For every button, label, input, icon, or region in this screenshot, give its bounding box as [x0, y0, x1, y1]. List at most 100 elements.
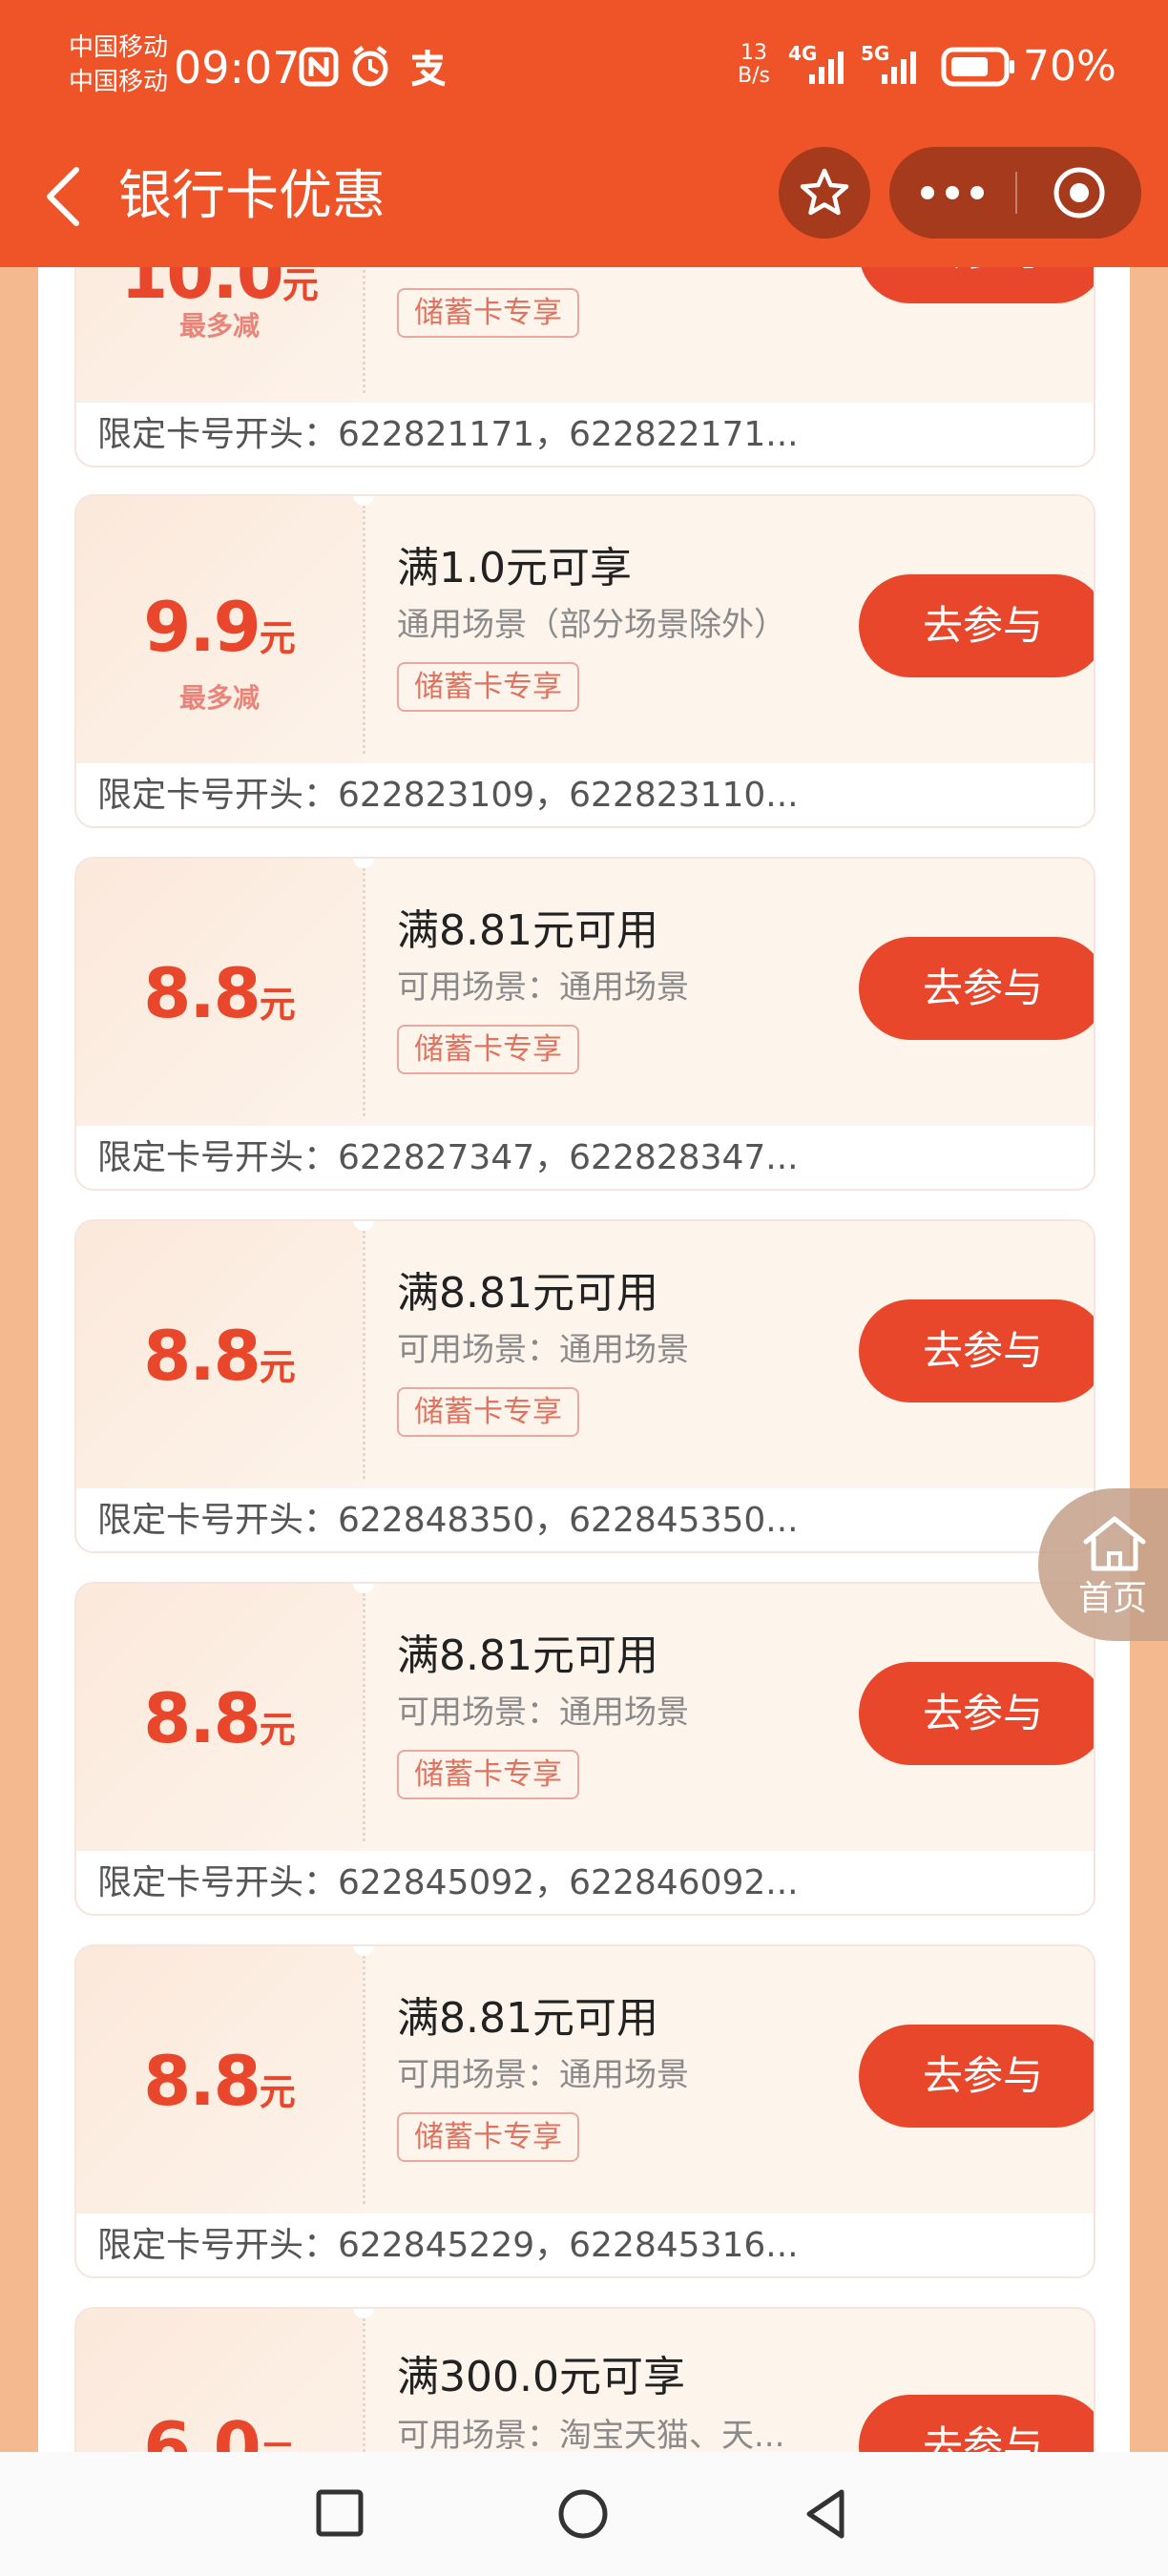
- coupon-condition: 满8.81元可用: [397, 1269, 658, 1318]
- amount-value: 8.8: [143, 1316, 261, 1396]
- coupon-card: 8.8元 满8.81元可用 可用场景：通用场景 储蓄卡专享 去参与 限定卡号开头…: [74, 1219, 1095, 1553]
- signal-icon: [809, 52, 844, 84]
- miniapp-capsule: [889, 147, 1141, 239]
- card-prefix-limit: 限定卡号开头：622827347，622828347...: [97, 1138, 799, 1177]
- join-button[interactable]: 去参与: [859, 574, 1094, 677]
- battery-percent: 70%: [1023, 42, 1116, 91]
- max-discount-label: 最多减: [178, 310, 260, 342]
- network-speed: 13 B/s: [735, 42, 773, 88]
- favorite-button[interactable]: [779, 147, 870, 239]
- card-prefix-limit: 限定卡号开头：622845229，622845316...: [97, 2226, 799, 2265]
- coupon-condition: 满8.81元可用: [397, 1631, 658, 1680]
- close-miniapp-button[interactable]: [1017, 147, 1141, 239]
- coupon-condition: 满8.81元可用: [397, 906, 658, 955]
- debit-card-tag: 储蓄卡专享: [397, 288, 579, 338]
- amount-value: 8.8: [143, 2041, 261, 2121]
- join-button[interactable]: 去参与: [859, 937, 1094, 1040]
- coupon-body: 6.0元 满300.0元可享 可用场景：淘宝天猫、天... 去参与: [76, 2309, 1094, 2452]
- coupon-condition: 满8.81元可用: [397, 1994, 658, 2043]
- coupon-amount: 8.8元: [76, 2038, 363, 2143]
- battery-icon: [941, 47, 1014, 87]
- coupon-condition: 满1.0元可享: [397, 544, 632, 592]
- coupon-list[interactable]: 10.0元 最多减 可用场景：淘宝天猫、饿... 储蓄卡专享 去参与 限定卡号开…: [38, 0, 1130, 2452]
- coupon-amount: 6.0元: [76, 2404, 363, 2452]
- chevron-left-icon[interactable]: [34, 158, 92, 235]
- coupon-body: 9.9元 最多减 满1.0元可享 通用场景（部分场景除外） 储蓄卡专享 去参与: [76, 496, 1094, 763]
- alipay-icon: [411, 50, 446, 87]
- coupon-body: 8.8元 满8.81元可用 可用场景：通用场景 储蓄卡专享 去参与: [76, 1221, 1094, 1488]
- debit-card-tag: 储蓄卡专享: [397, 1750, 579, 1799]
- coupon-divider: [363, 1956, 365, 2204]
- coupon-amount: 8.8元: [76, 1313, 363, 1418]
- join-button[interactable]: 去参与: [859, 2025, 1094, 2128]
- max-discount-label: 最多减: [178, 682, 260, 714]
- home-label: 首页: [1078, 1579, 1148, 1618]
- coupon-card: 9.9元 最多减 满1.0元可享 通用场景（部分场景除外） 储蓄卡专享 去参与 …: [74, 494, 1095, 828]
- more-dots-icon: [921, 186, 984, 199]
- star-icon: [800, 168, 849, 216]
- square-icon[interactable]: [307, 2481, 374, 2547]
- amount-unit: 元: [259, 1346, 296, 1388]
- join-button[interactable]: 去参与: [859, 1299, 1094, 1402]
- debit-card-tag: 储蓄卡专享: [397, 2112, 579, 2162]
- amount-unit: 元: [260, 2438, 296, 2452]
- coupon-divider: [363, 2318, 365, 2452]
- carrier-2: 中国移动: [69, 68, 169, 96]
- triangle-back-icon[interactable]: [792, 2481, 859, 2547]
- status-time: 09:07: [174, 42, 301, 93]
- app-header: 中国移动 中国移动 09:07 13 B/s 4G 5G 70% 银行卡优惠: [0, 0, 1168, 267]
- card-prefix-limit: 限定卡号开头：622821171，622822171...: [97, 415, 799, 454]
- page-title: 银行卡优惠: [118, 165, 386, 227]
- coupon-body: 8.8元 满8.81元可用 可用场景：通用场景 储蓄卡专享 去参与: [76, 1946, 1094, 2213]
- amount-value: 6.0: [143, 2407, 261, 2452]
- coupon-amount: 9.9元: [76, 584, 363, 689]
- join-button[interactable]: 去参与: [859, 2395, 1094, 2452]
- amount-value: 8.8: [143, 953, 261, 1033]
- coupon-divider: [363, 1231, 365, 1479]
- coupon-card: 6.0元 满300.0元可享 可用场景：淘宝天猫、天... 去参与: [74, 2307, 1095, 2452]
- coupon-condition: 满300.0元可享: [397, 2353, 685, 2401]
- debit-card-tag: 储蓄卡专享: [397, 662, 579, 712]
- card-prefix-limit: 限定卡号开头：622848350，622845350...: [97, 1501, 799, 1540]
- speed-value: 13: [740, 41, 767, 65]
- circle-icon[interactable]: [550, 2481, 616, 2547]
- coupon-amount: 8.8元: [76, 1675, 363, 1780]
- amount-unit: 元: [282, 264, 319, 306]
- alarm-icon: [352, 46, 388, 87]
- speed-unit: B/s: [738, 64, 770, 88]
- coupon-card: 8.8元 满8.81元可用 可用场景：通用场景 储蓄卡专享 去参与 限定卡号开头…: [74, 857, 1095, 1191]
- coupon-body: 8.8元 满8.81元可用 可用场景：通用场景 储蓄卡专享 去参与: [76, 1584, 1094, 1851]
- system-nav-bar: [0, 2452, 1168, 2576]
- coupon-scene: 可用场景：通用场景: [397, 1693, 689, 1732]
- card-prefix-limit: 限定卡号开头：622823109，622823110...: [97, 776, 799, 815]
- more-button[interactable]: [889, 147, 1015, 239]
- coupon-scene: 可用场景：淘宝天猫、天...: [397, 2417, 785, 2452]
- amount-unit: 元: [259, 984, 296, 1026]
- amount-value: 9.9: [143, 587, 261, 667]
- card-prefix-limit: 限定卡号开头：622845092，622846092...: [97, 1863, 799, 1902]
- debit-card-tag: 储蓄卡专享: [397, 1025, 579, 1074]
- coupon-divider: [363, 506, 365, 754]
- coupon-body: 8.8元 满8.81元可用 可用场景：通用场景 储蓄卡专享 去参与: [76, 859, 1094, 1126]
- join-button[interactable]: 去参与: [859, 1662, 1094, 1765]
- title-bar: 银行卡优惠: [0, 134, 1168, 267]
- nfc-icon: [299, 47, 339, 87]
- amount-value: 8.8: [143, 1678, 261, 1758]
- coupon-divider: [363, 868, 365, 1116]
- coupon-scene: 可用场景：通用场景: [397, 1331, 689, 1369]
- coupon-divider: [363, 1593, 365, 1841]
- amount-unit: 元: [259, 1709, 296, 1751]
- amount-unit: 元: [259, 617, 296, 659]
- coupon-scene: 通用场景（部分场景除外）: [397, 606, 786, 644]
- coupon-amount: 8.8元: [76, 950, 363, 1055]
- carrier-1: 中国移动: [69, 33, 169, 62]
- carrier-labels: 中国移动 中国移动: [69, 31, 168, 99]
- status-bar: 中国移动 中国移动 09:07 13 B/s 4G 5G 70%: [0, 0, 1168, 134]
- coupon-card: 8.8元 满8.81元可用 可用场景：通用场景 储蓄卡专享 去参与 限定卡号开头…: [74, 1582, 1095, 1916]
- debit-card-tag: 储蓄卡专享: [397, 1387, 579, 1437]
- coupon-scene: 可用场景：通用场景: [397, 2056, 689, 2094]
- signal-icon-2: [882, 52, 916, 84]
- coupon-card: 8.8元 满8.81元可用 可用场景：通用场景 储蓄卡专享 去参与 限定卡号开头…: [74, 1944, 1095, 2278]
- coupon-scene: 可用场景：通用场景: [397, 968, 689, 1007]
- target-circle-icon: [1053, 167, 1105, 218]
